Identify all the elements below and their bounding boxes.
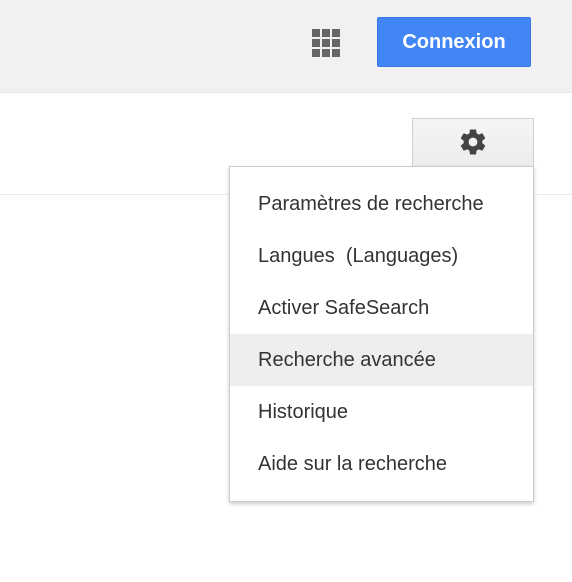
menu-item-languages[interactable]: Langues (Languages)	[230, 230, 533, 282]
signin-button[interactable]: Connexion	[377, 17, 531, 67]
apps-button[interactable]	[308, 26, 344, 62]
menu-item-search-help[interactable]: Aide sur la recherche	[230, 438, 533, 490]
apps-grid-icon	[312, 29, 340, 57]
menu-item-safesearch[interactable]: Activer SafeSearch	[230, 282, 533, 334]
settings-menu: Paramètres de recherche Langues (Languag…	[229, 166, 534, 502]
menu-item-advanced-search[interactable]: Recherche avancée	[230, 334, 533, 386]
menu-item-history[interactable]: Historique	[230, 386, 533, 438]
top-bar: Connexion	[0, 0, 572, 93]
menu-item-search-settings[interactable]: Paramètres de recherche	[230, 178, 533, 230]
gear-icon	[460, 129, 486, 155]
settings-button[interactable]	[412, 118, 534, 166]
page: Connexion Paramètres de recherche Langue…	[0, 0, 572, 582]
